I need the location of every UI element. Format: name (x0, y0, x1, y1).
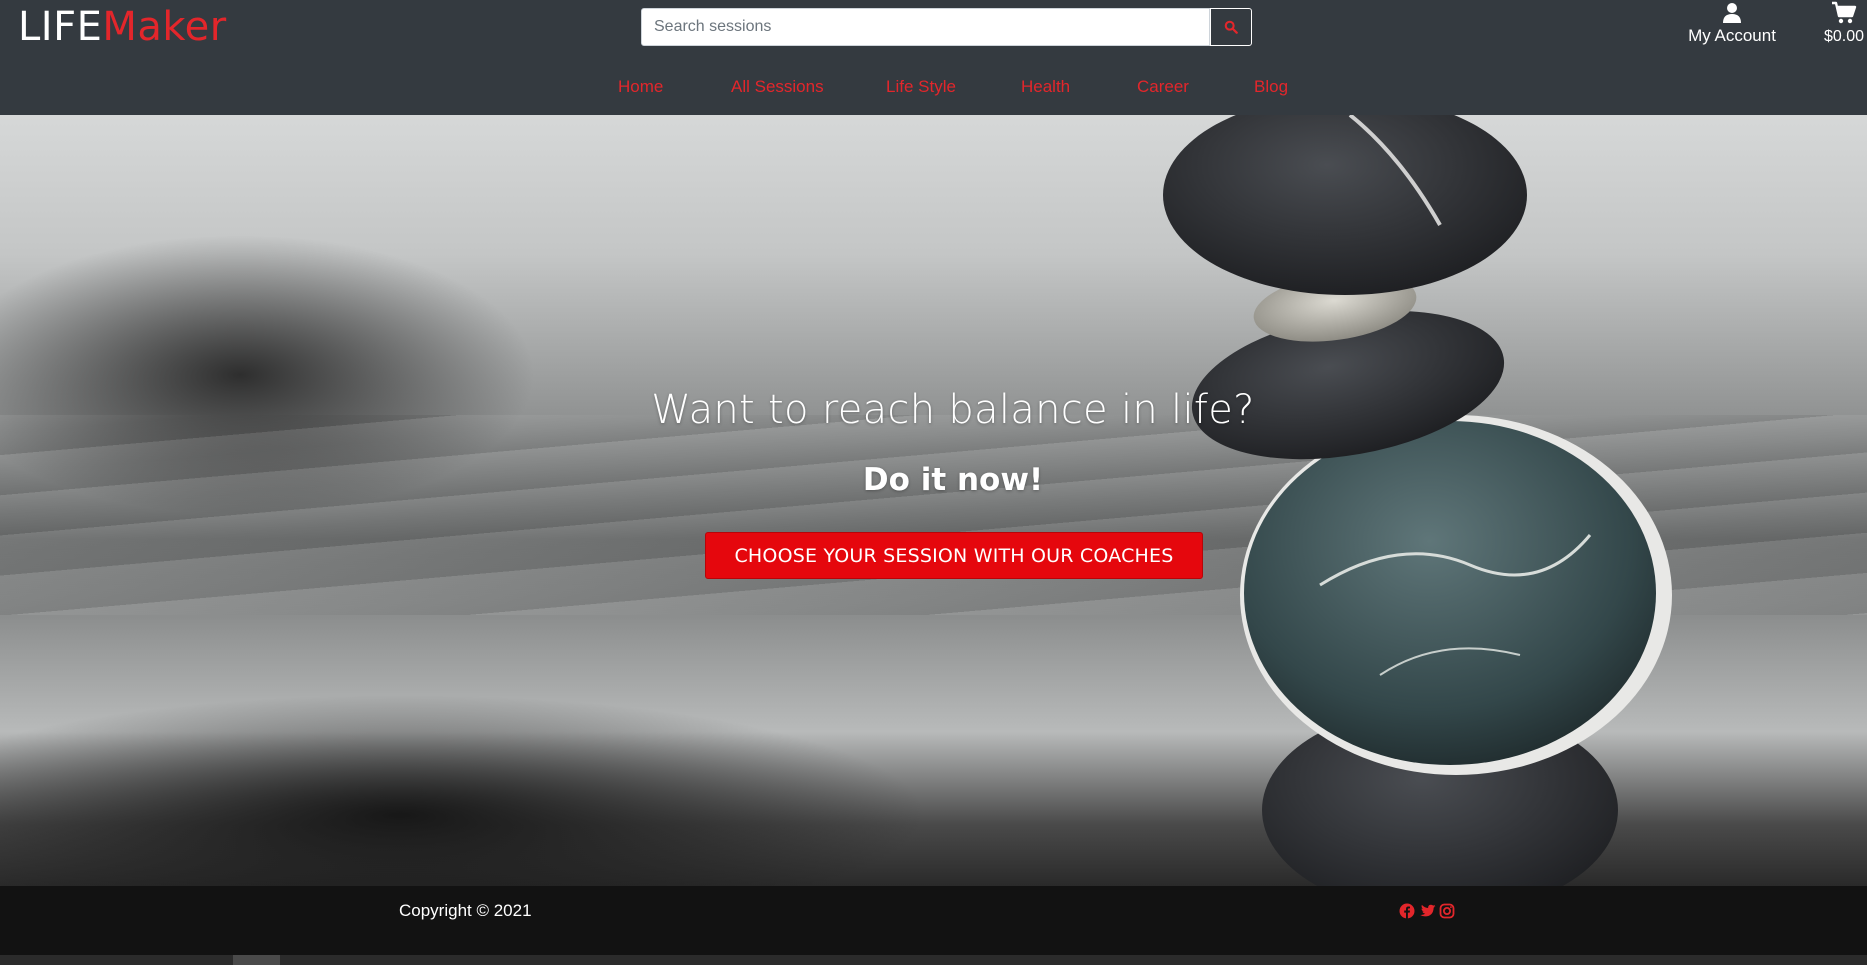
logo-part-maker: Maker (102, 4, 227, 50)
cart-icon (1832, 1, 1857, 24)
twitter-icon[interactable] (1419, 903, 1436, 919)
bottom-strip (0, 955, 1867, 965)
search-icon (1224, 20, 1238, 34)
nav-item-all-sessions[interactable]: All Sessions (731, 74, 824, 100)
nav-item-home[interactable]: Home (618, 74, 663, 100)
user-icon (1723, 3, 1741, 23)
cart-total: $0.00 (1823, 28, 1865, 45)
my-account-link[interactable]: My Account (1676, 0, 1788, 52)
cart-link[interactable]: $0.00 (1818, 0, 1867, 52)
facebook-icon[interactable] (1399, 903, 1415, 919)
main-nav: Home All Sessions Life Style Health Care… (0, 74, 1867, 100)
site-footer: Copyright © 2021 (0, 886, 1867, 965)
nav-item-health[interactable]: Health (1021, 74, 1070, 100)
nav-item-life-style[interactable]: Life Style (886, 74, 956, 100)
search-button[interactable] (1210, 8, 1252, 46)
hero-banner: Want to reach balance in life? Do it now… (0, 115, 1867, 886)
nav-item-career[interactable]: Career (1137, 74, 1189, 100)
search-form (641, 8, 1252, 46)
social-links (1399, 903, 1455, 919)
site-logo[interactable]: LIFEMaker (18, 2, 227, 52)
hero-subtitle: Do it now! (862, 462, 1044, 498)
my-account-label: My Account (1688, 26, 1776, 45)
site-header: LIFEMaker My Account $0.00 Home All Sess… (0, 0, 1867, 115)
stacked-stones-image (1163, 115, 1672, 886)
logo-part-life: LIFE (18, 4, 103, 50)
nav-item-blog[interactable]: Blog (1254, 74, 1288, 100)
search-input[interactable] (641, 8, 1210, 46)
choose-session-button[interactable]: CHOOSE YOUR SESSION WITH OUR COACHES (705, 532, 1203, 579)
bottom-strip-tab (233, 955, 280, 965)
hero-title: Want to reach balance in life? (651, 387, 1255, 433)
instagram-icon[interactable] (1439, 903, 1455, 919)
copyright-text: Copyright © 2021 (399, 901, 532, 920)
